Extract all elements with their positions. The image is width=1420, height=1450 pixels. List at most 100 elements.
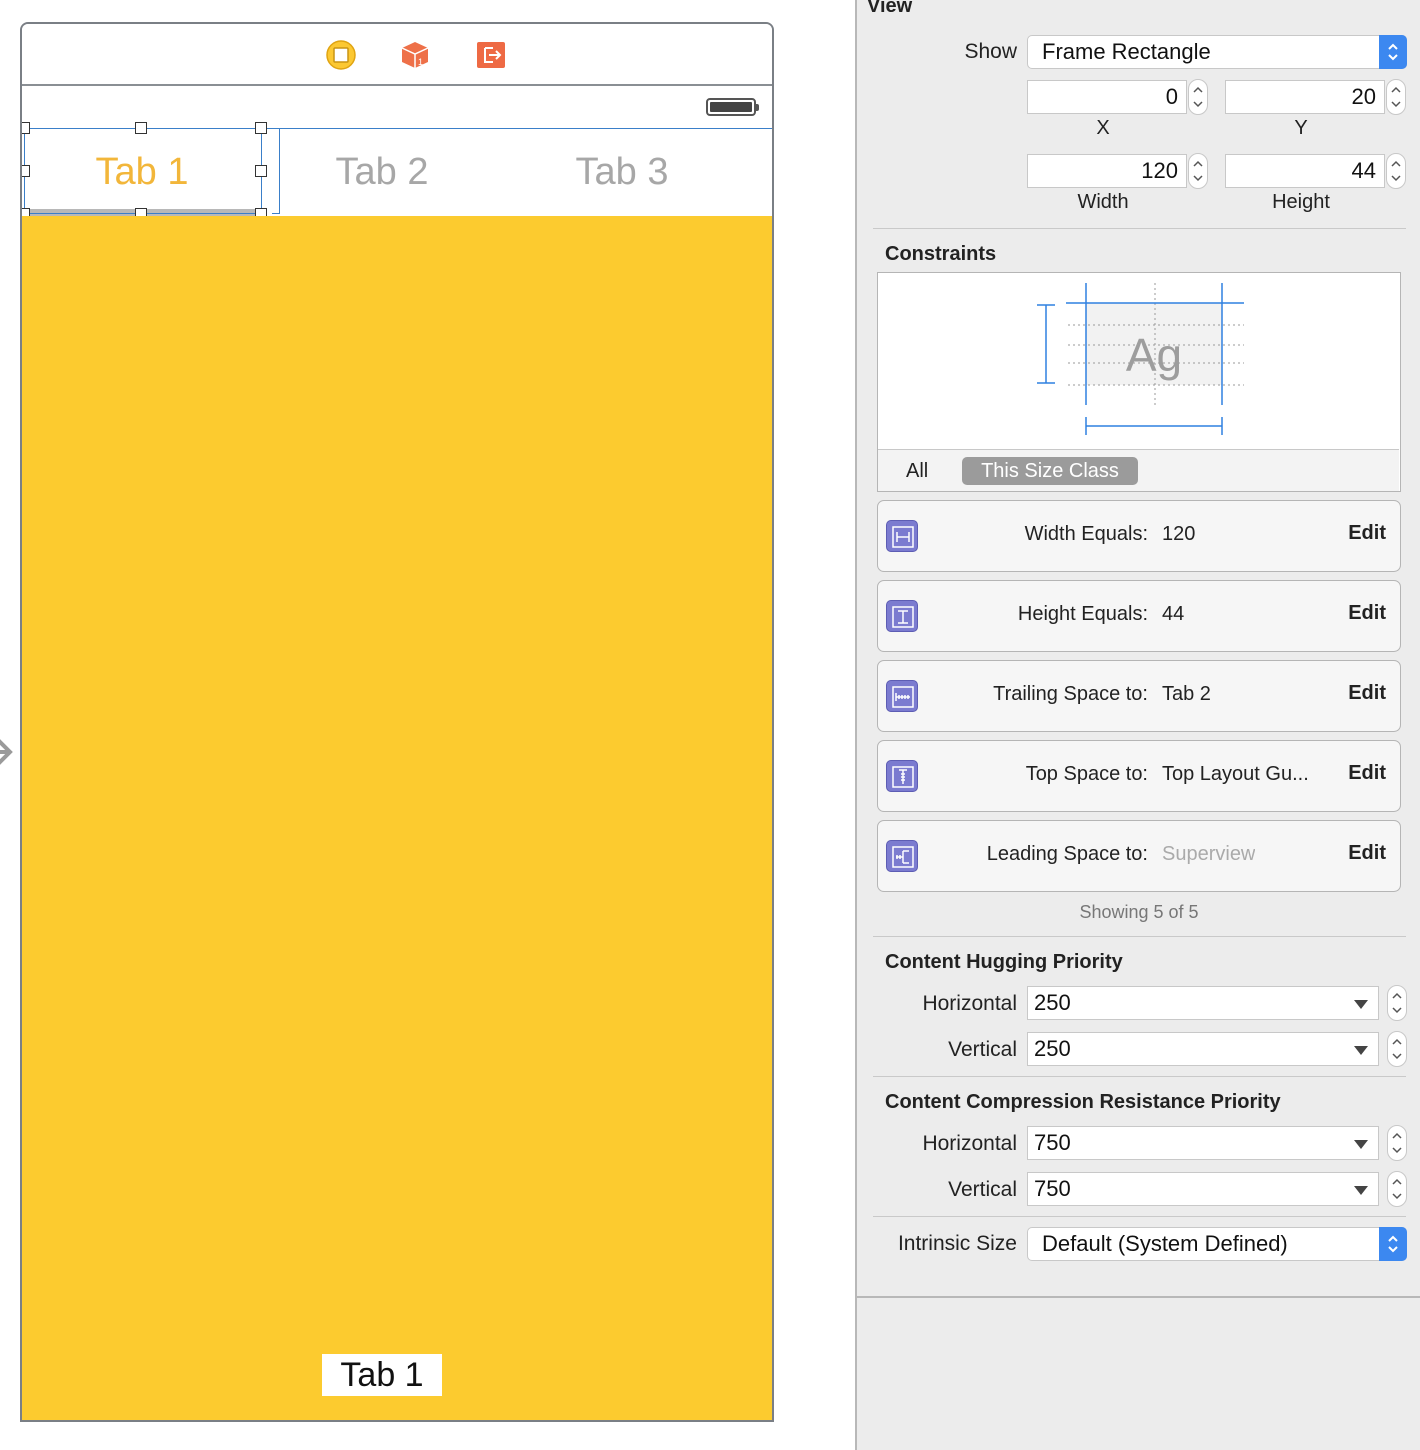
intrinsic-size-value: Default (System Defined) — [1042, 1231, 1288, 1256]
tab-label: Tab 3 — [575, 150, 669, 193]
edit-constraint-button[interactable]: Edit — [1348, 522, 1386, 545]
constraints-preview: Ag All This Size Class — [877, 272, 1401, 492]
height-label: Height — [1272, 191, 1330, 213]
combo-value: 750 — [1034, 1130, 1071, 1155]
inspector-section-title: View — [867, 0, 913, 17]
constraint-row-top[interactable]: Top Space to: Top Layout Gu... Edit — [877, 740, 1401, 812]
constraint-row-height[interactable]: Height Equals: 44 Edit — [877, 580, 1401, 652]
constraint-value: Top Layout Gu... — [1162, 763, 1309, 785]
x-label: X — [1096, 117, 1110, 139]
constraint-row-width[interactable]: Width Equals: 120 Edit — [877, 500, 1401, 572]
divider — [873, 936, 1406, 937]
dropdown-arrow-icon — [1354, 1140, 1368, 1149]
filter-all-segment[interactable]: All — [906, 460, 928, 483]
top-space-icon — [886, 760, 918, 792]
edit-constraint-button[interactable]: Edit — [1348, 762, 1386, 785]
compression-vertical-combo[interactable]: 750 — [1027, 1172, 1379, 1206]
view-controller-scene[interactable]: 1 Tab 1 Tab 2 Tab 3 Tab 1 — [20, 22, 774, 1422]
edit-constraint-button[interactable]: Edit — [1348, 682, 1386, 705]
height-constraint-icon — [886, 600, 918, 632]
hugging-horizontal-combo[interactable]: 250 — [1027, 986, 1379, 1020]
edit-constraint-button[interactable]: Edit — [1348, 602, 1386, 625]
constraints-diagram: Ag — [1037, 283, 1244, 435]
popup-arrows-icon — [1379, 35, 1407, 69]
width-constraint-icon — [886, 520, 918, 552]
constraints-filter-bar: All This Size Class — [878, 449, 1399, 491]
width-stepper[interactable] — [1188, 153, 1208, 189]
compression-vertical-label: Vertical — [948, 1178, 1017, 1201]
storyboard-canvas: 1 Tab 1 Tab 2 Tab 3 Tab 1 — [0, 0, 856, 1450]
edit-constraint-button[interactable]: Edit — [1348, 842, 1386, 865]
x-field[interactable]: 0 — [1027, 80, 1187, 114]
dropdown-arrow-icon — [1354, 1046, 1368, 1055]
width-label: Width — [1077, 191, 1129, 213]
constraint-value: Tab 2 — [1162, 683, 1211, 705]
constraint-label: Leading Space to: — [986, 843, 1148, 865]
compression-horizontal-label: Horizontal — [922, 1132, 1017, 1155]
width-field[interactable]: 120 — [1027, 154, 1187, 188]
hugging-vertical-combo[interactable]: 250 — [1027, 1032, 1379, 1066]
dropdown-arrow-icon — [1354, 1000, 1368, 1009]
leading-space-icon — [886, 840, 918, 872]
compression-horizontal-combo[interactable]: 750 — [1027, 1126, 1379, 1160]
constraint-value: Superview — [1162, 843, 1256, 865]
resize-handle[interactable] — [22, 122, 30, 134]
content-title-label[interactable]: Tab 1 — [322, 1354, 442, 1396]
constraint-label: Height Equals: — [1017, 603, 1148, 625]
resize-handle[interactable] — [22, 165, 30, 177]
constraint-row-leading[interactable]: Leading Space to: Superview Edit — [877, 820, 1401, 892]
dropdown-arrow-icon — [1354, 1186, 1368, 1195]
show-popup-value: Frame Rectangle — [1042, 39, 1211, 64]
hugging-title: Content Hugging Priority — [885, 951, 1123, 973]
intrinsic-size-label: Intrinsic Size — [897, 1232, 1017, 1255]
constraint-label: Width Equals: — [1024, 523, 1148, 545]
show-label: Show — [964, 40, 1017, 63]
resize-handle[interactable] — [135, 122, 147, 134]
svg-text:1: 1 — [418, 57, 423, 67]
constraints-count: Showing 5 of 5 — [1079, 902, 1199, 922]
resize-handle[interactable] — [255, 122, 267, 134]
compression-title: Content Compression Resistance Priority — [885, 1091, 1281, 1113]
compression-horizontal-stepper[interactable] — [1387, 1125, 1407, 1161]
size-inspector: View Show Frame Rectangle 0 X 20 Y 120 W… — [855, 0, 1420, 1450]
constraint-label: Trailing Space to: — [993, 683, 1148, 705]
hugging-horizontal-label: Horizontal — [922, 992, 1017, 1015]
battery-icon — [706, 98, 759, 116]
y-field[interactable]: 20 — [1225, 80, 1385, 114]
inspector-bottom-divider — [857, 1296, 1420, 1298]
constraint-row-trailing[interactable]: Trailing Space to: Tab 2 Edit — [877, 660, 1401, 732]
show-popup[interactable]: Frame Rectangle — [1027, 35, 1407, 69]
initial-view-controller-arrow-icon — [0, 739, 13, 765]
compression-vertical-stepper[interactable] — [1387, 1171, 1407, 1207]
divider — [873, 228, 1406, 229]
tab-label: Tab 2 — [335, 150, 429, 193]
constraint-label: Top Space to: — [1025, 763, 1148, 785]
content-view: Tab 1 — [22, 216, 772, 1420]
constraints-title: Constraints — [885, 243, 997, 265]
intrinsic-size-popup[interactable]: Default (System Defined) — [1027, 1227, 1407, 1261]
hugging-vertical-stepper[interactable] — [1387, 1031, 1407, 1067]
first-responder-icon[interactable]: 1 — [400, 40, 430, 70]
neighbor-outline — [272, 128, 280, 214]
divider — [873, 1076, 1406, 1077]
resize-handle[interactable] — [255, 165, 267, 177]
height-field[interactable]: 44 — [1225, 154, 1385, 188]
tab-3-button[interactable]: Tab 3 — [502, 129, 742, 215]
preview-text: Ag — [1126, 329, 1182, 381]
view-controller-icon[interactable] — [326, 40, 356, 70]
trailing-space-icon — [886, 680, 918, 712]
combo-value: 250 — [1034, 1036, 1071, 1061]
exit-icon[interactable] — [476, 40, 506, 70]
constraint-value: 120 — [1162, 523, 1196, 545]
height-stepper[interactable] — [1386, 153, 1406, 189]
hugging-vertical-label: Vertical — [948, 1038, 1017, 1061]
combo-value: 750 — [1034, 1176, 1071, 1201]
hugging-horizontal-stepper[interactable] — [1387, 985, 1407, 1021]
x-stepper[interactable] — [1188, 79, 1208, 115]
selection-outline — [24, 128, 262, 214]
popup-arrows-icon — [1379, 1227, 1407, 1261]
filter-size-class-segment[interactable]: This Size Class — [962, 457, 1138, 485]
tab-2-button[interactable]: Tab 2 — [262, 129, 502, 215]
y-stepper[interactable] — [1386, 79, 1406, 115]
scene-dock: 1 — [22, 24, 772, 86]
